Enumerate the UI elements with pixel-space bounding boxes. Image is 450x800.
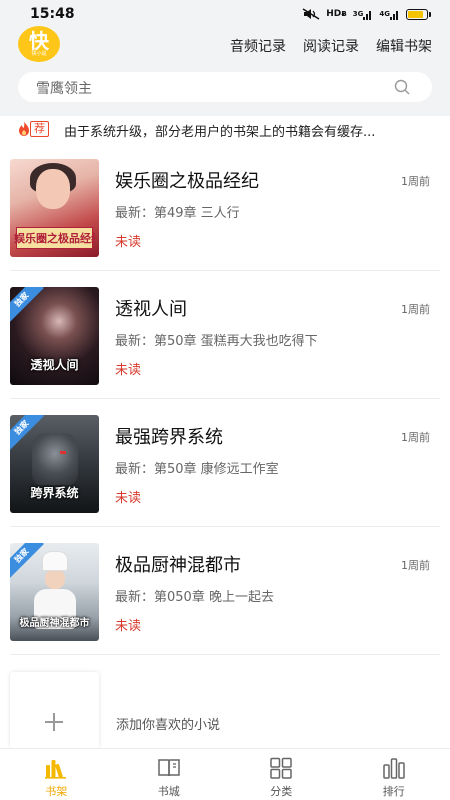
tab-bookstore-label: 书城 [157, 785, 180, 798]
bottom-nav: 书架 书城 分类 排行 [0, 748, 450, 800]
edit-bookshelf-link[interactable]: 编辑书架 [376, 36, 432, 56]
audio-history-link[interactable]: 音频记录 [230, 36, 286, 56]
book-update-time: 1周前 [401, 175, 430, 188]
mute-icon [302, 8, 320, 20]
tab-bookshelf[interactable]: 书架 [0, 749, 113, 800]
app-logo: 快 快小说 [18, 26, 60, 62]
tab-bookstore[interactable]: 书城 [113, 749, 226, 800]
book-store-icon [158, 759, 180, 777]
logo-sub: 快小说 [31, 51, 47, 57]
plus-icon-vertical [53, 713, 55, 731]
book-cover[interactable]: 娱乐圈之极品经纪 [10, 159, 99, 257]
ranking-icon [383, 758, 405, 779]
reading-history-link[interactable]: 阅读记录 [303, 36, 359, 56]
signal-4g-icon: 4G [379, 9, 400, 20]
tab-bookshelf-label: 书架 [45, 785, 68, 798]
signal-3g-label: 3G [352, 10, 364, 18]
signal-3g-icon: 3G [353, 9, 374, 20]
book-update-time: 1周前 [401, 303, 430, 316]
status-time: 15:48 [30, 6, 75, 22]
book-title[interactable]: 透视人间 [115, 295, 187, 321]
book-title[interactable]: 极品厨神混都市 [115, 551, 241, 577]
book-item[interactable]: 独家 跨界系统 最强跨界系统 1周前 最新：第50章 康修远工作室 未读 [0, 399, 450, 527]
search-icon[interactable] [394, 79, 410, 95]
book-update-time: 1周前 [401, 431, 430, 444]
search-input[interactable]: 雪鹰领主 [18, 72, 432, 102]
book-item[interactable]: 独家 透视人间 透视人间 1周前 最新：第50章 蛋糕再大我也吃得下 未读 [0, 271, 450, 399]
book-update-time: 1周前 [401, 559, 430, 572]
status-icons: HDᴃ 3G 4G [302, 7, 431, 21]
cover-figure-face [45, 569, 65, 589]
book-read-status: 未读 [115, 491, 142, 506]
book-cover[interactable]: 独家 跨界系统 [10, 415, 99, 513]
book-title[interactable]: 娱乐圈之极品经纪 [115, 167, 259, 193]
recommend-badge: 荐 [30, 121, 49, 137]
cover-figure-hat [42, 551, 68, 571]
notice-text: 由于系统升级，部分老用户的书架上的书籍会有缓存... [64, 125, 376, 140]
tab-ranking[interactable]: 排行 [338, 749, 450, 800]
book-item[interactable]: 娱乐圈之极品经纪 娱乐圈之极品经纪 1周前 最新：第49章 三人行 未读 [0, 143, 450, 271]
battery-level [408, 10, 424, 18]
book-cover[interactable]: 独家 透视人间 [10, 287, 99, 385]
cover-title: 娱乐圈之极品经纪 [14, 232, 95, 245]
book-latest-chapter: 最新：第49章 三人行 [115, 206, 240, 221]
book-cover[interactable]: 独家 极品厨神混都市 [10, 543, 99, 641]
book-latest-chapter: 最新：第50章 蛋糕再大我也吃得下 [115, 334, 318, 349]
book-latest-chapter: 最新：第50章 康修远工作室 [115, 462, 279, 477]
cover-title: 极品厨神混都市 [19, 618, 90, 629]
logo-char: 快 [29, 29, 49, 53]
book-read-status: 未读 [115, 235, 142, 250]
cover-title: 跨界系统 [30, 486, 79, 500]
status-bar: 15:48 HDᴃ 3G 4G [0, 0, 450, 26]
add-book-item[interactable]: 添加你喜欢的小说 [0, 672, 450, 748]
divider [10, 654, 440, 655]
tab-category[interactable]: 分类 [225, 749, 338, 800]
bookshelf-list: 娱乐圈之极品经纪 娱乐圈之极品经纪 1周前 最新：第49章 三人行 未读 独家 … [0, 143, 450, 655]
book-read-status: 未读 [115, 619, 142, 634]
battery-icon [406, 8, 431, 20]
header: 快 快小说 音频记录 阅读记录 编辑书架 雪鹰领主 [0, 26, 450, 116]
cover-title: 透视人间 [30, 358, 79, 372]
cover-figure-face [36, 169, 70, 209]
header-links: 音频记录 阅读记录 编辑书架 [230, 36, 432, 56]
fire-icon [19, 121, 29, 136]
bookshelf-icon [45, 760, 67, 779]
category-icon [270, 757, 292, 779]
book-latest-chapter: 最新：第050章 晚上一起去 [115, 590, 274, 605]
search-placeholder: 雪鹰领主 [36, 81, 92, 97]
tab-ranking-label: 排行 [382, 785, 405, 798]
add-book-label[interactable]: 添加你喜欢的小说 [116, 714, 220, 733]
cover-figure-eye [60, 451, 66, 454]
signal-4g-label: 4G [379, 10, 390, 18]
cover-figure [32, 433, 78, 485]
add-book-button[interactable] [10, 672, 99, 748]
book-title[interactable]: 最强跨界系统 [115, 423, 223, 449]
tab-category-label: 分类 [270, 785, 293, 798]
notice-bar[interactable]: 荐 由于系统升级，部分老用户的书架上的书籍会有缓存... [0, 116, 450, 142]
book-item[interactable]: 独家 极品厨神混都市 极品厨神混都市 1周前 最新：第050章 晚上一起去 未读 [0, 527, 450, 655]
book-read-status: 未读 [115, 363, 142, 378]
hd-icon: HDᴃ [326, 9, 347, 19]
